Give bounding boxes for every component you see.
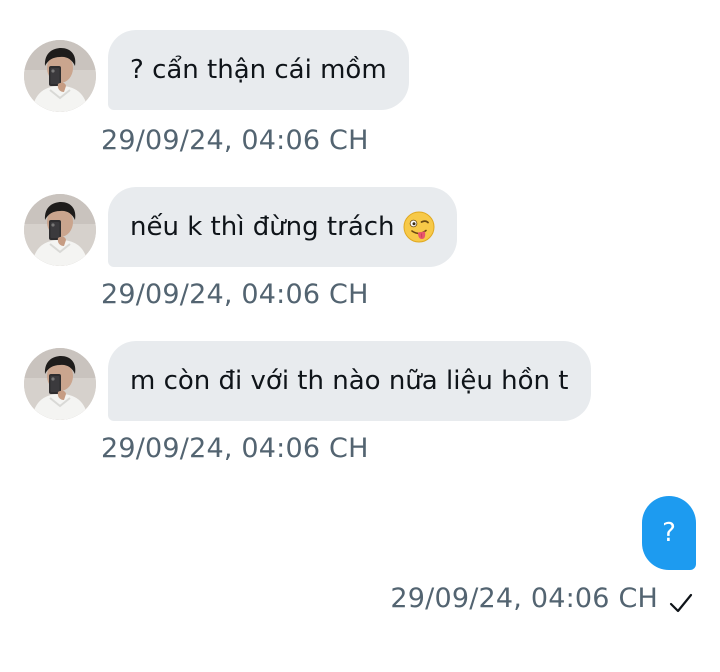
- checkmark-icon: [669, 592, 693, 614]
- message-timestamp: 29/09/24, 04:06 CH: [101, 125, 369, 156]
- outgoing-message-bubble[interactable]: ?: [642, 496, 696, 570]
- incoming-message-bubble[interactable]: ? cẩn thận cái mồm: [108, 30, 409, 110]
- contact-avatar[interactable]: [24, 194, 96, 266]
- message-text: ? cẩn thận cái mồm: [130, 55, 387, 85]
- message-timestamp: 29/09/24, 04:06 CH: [101, 433, 369, 464]
- contact-avatar[interactable]: [24, 348, 96, 420]
- incoming-message-bubble[interactable]: m còn đi với th nào nữa liệu hồn t: [108, 341, 591, 421]
- message-timestamp: 29/09/24, 04:06 CH: [101, 279, 369, 310]
- contact-avatar[interactable]: [24, 40, 96, 112]
- winking-face-with-tongue-icon: [403, 211, 435, 243]
- message-timestamp: 29/09/24, 04:06 CH: [390, 583, 658, 614]
- message-text: ?: [662, 518, 676, 548]
- message-text: m còn đi với th nào nữa liệu hồn t: [130, 366, 569, 396]
- incoming-message-bubble[interactable]: nếu k thì đừng trách: [108, 187, 457, 267]
- message-text: nếu k thì đừng trách: [130, 212, 395, 242]
